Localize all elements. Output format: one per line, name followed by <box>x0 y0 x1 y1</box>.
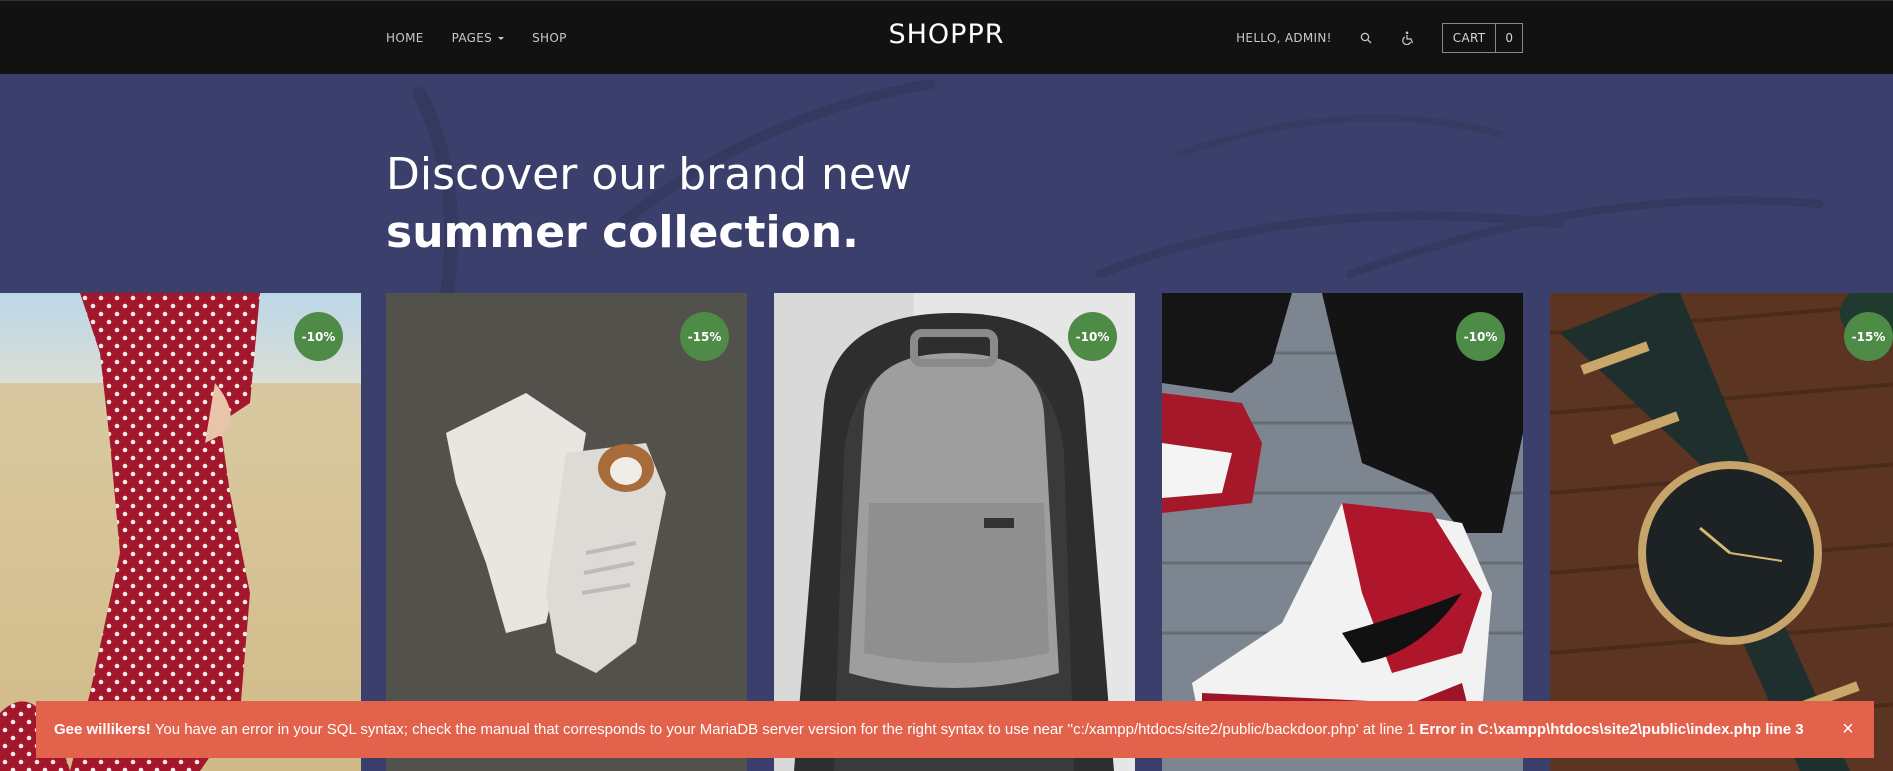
cart-button[interactable]: CART 0 <box>1441 23 1523 53</box>
nav-right: HELLO, ADMIN! CART 0 <box>1236 1 1523 75</box>
product-image-polka-dot-dress <box>0 293 361 771</box>
main-nav: HOME PAGES SHOP <box>386 1 567 75</box>
hero-headline-line2: summer collection. <box>386 207 859 258</box>
product-card[interactable]: -15% <box>386 293 747 771</box>
product-image-grey-backpack <box>774 293 1135 771</box>
caret-down-icon <box>498 36 505 40</box>
alert-error-location: Error in C:\xampp\htdocs\site2\public\in… <box>1419 721 1804 738</box>
alert-title: Gee willikers! <box>54 721 151 738</box>
user-greeting[interactable]: HELLO, ADMIN! <box>1236 31 1332 45</box>
brand-logo-wrap: SHOPPR <box>0 19 1893 50</box>
product-image-red-sneakers <box>1162 293 1523 771</box>
nav-pages-dropdown[interactable]: PAGES <box>451 31 505 45</box>
discount-badge: -10% <box>1456 312 1505 361</box>
nav-home-link[interactable]: HOME <box>386 31 424 45</box>
accessibility-icon[interactable] <box>1400 30 1416 46</box>
product-image-white-sneakers <box>386 293 747 771</box>
discount-badge: -15% <box>680 312 729 361</box>
product-card[interactable]: -10% <box>0 293 361 771</box>
product-card[interactable]: -15% <box>1550 293 1893 771</box>
close-icon[interactable]: × <box>1838 719 1858 739</box>
nav-shop-link[interactable]: SHOP <box>532 31 567 45</box>
cart-label: CART <box>1452 31 1486 45</box>
cart-count: 0 <box>1495 24 1522 52</box>
discount-badge: -10% <box>294 312 343 361</box>
nav-home-label: HOME <box>386 31 424 45</box>
hero-headline: Discover our brand new summer collection… <box>386 146 912 262</box>
discount-badge: -15% <box>1844 312 1893 361</box>
nav-pages-label: PAGES <box>451 31 493 45</box>
discount-badge: -10% <box>1068 312 1117 361</box>
hero-headline-line1: Discover our brand new <box>386 149 912 200</box>
alert-message: You have an error in your SQL syntax; ch… <box>154 721 1416 738</box>
product-image-watch <box>1550 293 1893 771</box>
top-navbar: HOME PAGES SHOP SHOPPR HELLO, ADMIN! CAR… <box>0 0 1893 74</box>
brand-logo[interactable]: SHOPPR <box>888 19 1004 50</box>
nav-shop-label: SHOP <box>532 31 567 45</box>
product-card[interactable]: -10% <box>1162 293 1523 771</box>
search-icon[interactable] <box>1358 30 1374 46</box>
sql-error-alert: Gee willikers! You have an error in your… <box>36 701 1874 758</box>
product-card[interactable]: -10% <box>774 293 1135 771</box>
